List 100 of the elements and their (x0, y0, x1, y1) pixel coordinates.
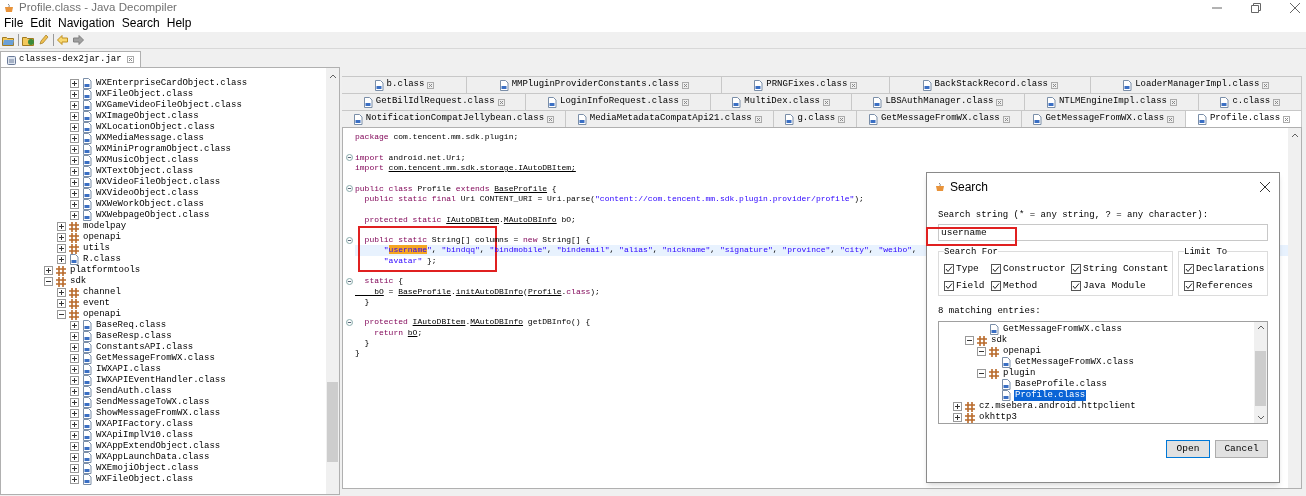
collapse-icon[interactable] (57, 310, 66, 319)
checkbox[interactable] (944, 280, 954, 291)
expand-icon[interactable] (70, 156, 79, 165)
tree-item[interactable]: WXAppLaunchData.class (95, 452, 211, 463)
checkbox[interactable] (1184, 263, 1194, 274)
tree-item[interactable]: BaseProfile.class (1014, 379, 1108, 390)
checkbox-label[interactable]: Declarations (1196, 263, 1265, 274)
fold-icon[interactable] (345, 319, 353, 326)
file-tab[interactable]: NTLMEngineImpl.class (1025, 93, 1199, 110)
tree-item[interactable]: openapi (1002, 346, 1042, 357)
tree-item[interactable]: GetMessageFromWX.class (95, 353, 216, 364)
scroll-down-icon[interactable] (1256, 415, 1265, 420)
file-tab[interactable]: MMPluginProviderConstants.class (467, 76, 722, 93)
checkbox[interactable] (1071, 263, 1081, 274)
expand-icon[interactable] (70, 475, 79, 484)
forward-arrow-icon[interactable] (73, 35, 84, 45)
fold-icon[interactable] (345, 185, 353, 193)
expand-icon[interactable] (57, 233, 66, 242)
checkbox[interactable] (991, 263, 1001, 274)
tree-item[interactable]: ConstantsAPI.class (95, 342, 195, 353)
expand-icon[interactable] (70, 420, 79, 429)
expand-icon[interactable] (57, 288, 66, 297)
checkbox-label[interactable]: Java Module (1083, 280, 1146, 291)
tree-item[interactable]: GetMessageFromWX.class (1014, 357, 1135, 368)
checkbox[interactable] (991, 280, 1001, 291)
expand-icon[interactable] (70, 398, 79, 407)
menu-item[interactable]: Search (120, 16, 161, 31)
tree-item[interactable]: plugin (1002, 368, 1037, 379)
tree-item[interactable]: WXWeWorkObject.class (95, 199, 206, 210)
fold-icon[interactable] (345, 154, 353, 162)
file-tab[interactable]: GetMessageFromWX.class (1021, 110, 1187, 127)
expand-icon[interactable] (70, 211, 79, 220)
checkbox[interactable] (1071, 280, 1081, 291)
tree-item[interactable]: WXMusicObject.class (95, 155, 200, 166)
scrollbar[interactable] (1254, 322, 1267, 423)
scroll-up-icon[interactable] (1256, 325, 1265, 330)
tree-item[interactable]: GetMessageFromWX.class (1002, 324, 1123, 335)
expand-icon[interactable] (57, 299, 66, 308)
dialog-button[interactable]: Open (1166, 440, 1210, 458)
tree-item[interactable]: cz.msebera.android.httpclient (978, 401, 1137, 412)
tree-item[interactable]: WXMiniProgramObject.class (95, 144, 233, 155)
tree-item[interactable]: WXVideoFileObject.class (95, 177, 222, 188)
tree-item[interactable]: sdk (69, 276, 88, 287)
tree-item[interactable]: WXLocationObject.class (95, 122, 216, 133)
file-tab[interactable]: NotificationCompatJellybean.class (342, 110, 566, 127)
back-arrow-icon[interactable] (57, 35, 68, 45)
tree-item[interactable]: okhttp3 (978, 412, 1018, 423)
tree-item[interactable]: ShowMessageFromWX.class (95, 408, 222, 419)
checkbox[interactable] (944, 263, 954, 274)
tree-item[interactable]: SendMessageToWX.class (95, 397, 211, 408)
menu-item[interactable]: Help (165, 16, 193, 31)
tree-item[interactable]: openapi (82, 309, 122, 320)
scroll-up-icon[interactable] (328, 74, 337, 79)
expand-icon[interactable] (70, 134, 79, 143)
tree-item[interactable]: WXMediaMessage.class (95, 133, 206, 144)
checkbox-label[interactable]: Constructor (1003, 263, 1066, 274)
dialog-button[interactable]: Cancel (1215, 440, 1268, 458)
tree-item[interactable]: Profile.class (1014, 390, 1087, 401)
expand-icon[interactable] (70, 200, 79, 209)
menu-item[interactable]: Edit (29, 16, 53, 31)
checkbox-label[interactable]: Type (956, 263, 979, 274)
tree-item[interactable]: openapi (82, 232, 122, 243)
collapse-icon[interactable] (977, 369, 986, 378)
tree-item[interactable]: WXTextObject.class (95, 166, 195, 177)
tree-item[interactable]: WXEnterpriseCardObject.class (95, 78, 249, 89)
file-tab[interactable]: MultiDex.class (710, 93, 852, 110)
file-tab[interactable]: GetMessageFromWX.class (857, 110, 1022, 127)
expand-icon[interactable] (70, 90, 79, 99)
tree-item[interactable]: WXVideoObject.class (95, 188, 200, 199)
expand-icon[interactable] (70, 167, 79, 176)
expand-icon[interactable] (70, 354, 79, 363)
expand-icon[interactable] (70, 101, 79, 110)
collapse-icon[interactable] (44, 277, 53, 286)
file-tab[interactable]: MediaMetadataCompatApi21.class (565, 110, 774, 127)
expand-icon[interactable] (70, 321, 79, 330)
file-tab[interactable]: g.class (773, 110, 858, 127)
scrollbar[interactable] (326, 68, 339, 494)
expand-icon[interactable] (70, 145, 79, 154)
expand-icon[interactable] (70, 409, 79, 418)
tree-item[interactable]: WXWebpageObject.class (95, 210, 211, 221)
fold-icon[interactable] (345, 277, 353, 285)
collapse-icon[interactable] (977, 347, 986, 356)
file-tab[interactable]: LoginInfoRequest.class (526, 93, 711, 110)
expand-icon[interactable] (70, 387, 79, 396)
tree-item[interactable]: channel (82, 287, 122, 298)
tree-item[interactable]: event (82, 298, 111, 309)
expand-icon[interactable] (44, 266, 53, 275)
tree-item[interactable]: R.class (82, 254, 122, 265)
expand-icon[interactable] (70, 112, 79, 121)
expand-icon[interactable] (57, 244, 66, 253)
collapse-icon[interactable] (965, 336, 974, 345)
tree-item[interactable]: WXFileObject.class (95, 89, 195, 100)
file-tab[interactable]: PRNGFixes.class (721, 76, 890, 93)
tree-item[interactable]: IWXAPI.class (95, 364, 162, 375)
tree-item[interactable]: sdk (990, 335, 1009, 346)
expand-icon[interactable] (57, 222, 66, 231)
file-tab[interactable]: GetBilIdlRequest.class (342, 93, 527, 110)
tree-item[interactable]: BaseReq.class (95, 320, 168, 331)
tree-item[interactable]: WXFileObject.class (95, 474, 195, 485)
expand-icon[interactable] (953, 413, 962, 422)
